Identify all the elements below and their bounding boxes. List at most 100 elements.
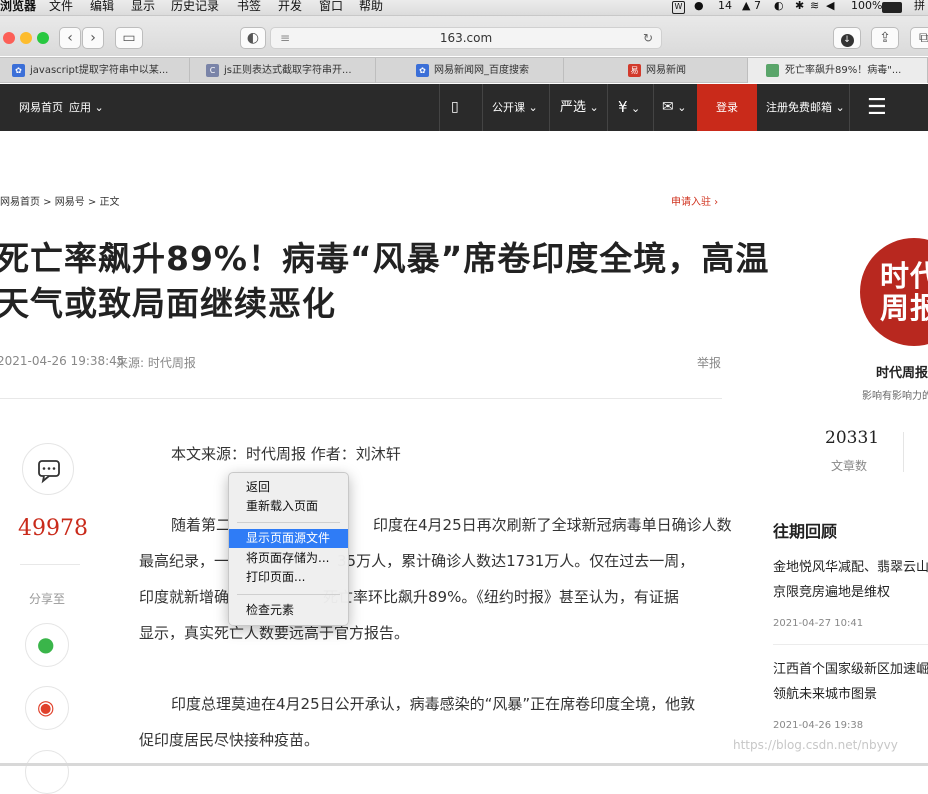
menu-edit[interactable]: 编辑 — [90, 0, 114, 14]
tab-javascript[interactable]: ✿ javascript提取字符串中以某... — [0, 58, 190, 83]
close-window-button[interactable] — [3, 32, 15, 44]
minimize-window-button[interactable] — [20, 32, 32, 44]
article-count: 20331 — [825, 428, 880, 448]
chevron-down-icon: ⌄ — [832, 101, 845, 114]
mail-icon[interactable]: ✉ ⌄ — [662, 84, 686, 131]
chevron-left-icon: ‹ — [67, 30, 73, 46]
wechat-icon[interactable]: ● — [694, 0, 704, 14]
past-item-link[interactable]: 江西首个国家级新区加速崛 领航未来城市图景 — [773, 657, 928, 707]
apply-join-label: 申请入驻 — [671, 197, 711, 208]
nav-home-link[interactable]: 网易首页 — [19, 84, 63, 131]
nav-open-course-label: 公开课 — [492, 101, 525, 114]
bell-icon[interactable]: ▲ — [742, 0, 750, 14]
wechat-icon: ● — [37, 632, 55, 656]
article-paragraph: 随着第二 印度在4月25日再次刷新了全球新冠病毒单日确诊人数 最高纪录，一 35万人… — [139, 507, 732, 651]
battery-icon[interactable] — [882, 2, 902, 13]
stats-divider — [903, 432, 904, 472]
context-menu-inspect[interactable]: 检查元素 — [229, 601, 348, 620]
back-button[interactable]: ‹ — [59, 27, 81, 49]
paragraph-line: 印度总理莫迪在4月25日公开承认，病毒感染的“风暴”正在席卷印度全境，他敦 — [171, 695, 696, 713]
publisher-logo[interactable]: 时代 周报 — [860, 238, 928, 346]
publisher-slogan: 影响有影响力的 — [862, 391, 928, 402]
text-segment: 最高纪录，一 — [139, 552, 230, 570]
bluetooth-icon[interactable]: ✱ — [795, 0, 804, 14]
input-method[interactable]: 拼 — [914, 0, 925, 14]
paw-favicon-icon: ✿ — [416, 64, 429, 77]
context-menu-view-source[interactable]: 显示页面源文件 — [229, 529, 348, 548]
nav-apps-label: 应用 — [69, 101, 91, 114]
nav-yanxuan[interactable]: 严选 ⌄ — [560, 84, 599, 131]
share-more-button[interactable] — [25, 750, 69, 794]
comment-button[interactable] — [22, 443, 74, 495]
site-nav-bar: 网易首页 应用 ⌄ ▯ 公开课 ⌄ 严选 ⌄ ¥ ⌄ ✉ ⌄ 登录 注册免费邮箱… — [0, 84, 928, 131]
notify-count: 7 — [754, 0, 761, 12]
tab-active-article[interactable]: 死亡率飙升89%！病毒"... — [748, 58, 928, 83]
text-segment: 印度就新增确 — [139, 588, 230, 606]
address-bar[interactable]: ≡ 163.com ↻ — [270, 27, 662, 49]
macos-menu-bar: 浏览器 文件 编辑 显示 历史记录 书签 开发 窗口 帮助 W ● 14 ▲ 7… — [0, 0, 928, 16]
menu-view[interactable]: 显示 — [131, 0, 155, 14]
apply-join-link[interactable]: 申请入驻 › — [671, 193, 718, 208]
sidebar-icon: ▭ — [122, 30, 136, 46]
yuan-icon[interactable]: ¥ ⌄ — [618, 84, 640, 132]
menu-history[interactable]: 历史记录 — [171, 0, 219, 14]
privacy-report-button[interactable]: ◐ — [240, 27, 266, 49]
wifi-icon[interactable]: ≋ — [810, 0, 819, 14]
past-item-link[interactable]: 金地悦风华减配、翡翠云山 京限竞房遍地是维权 — [773, 555, 928, 605]
hamburger-menu-icon[interactable]: ☰ — [867, 84, 887, 131]
tabs-overview-button[interactable]: ⧉ — [910, 27, 928, 49]
share-button[interactable]: ⇪ — [871, 27, 899, 49]
article-title-line: 死亡率飙升89%！病毒“风暴”席卷印度全境，高温 — [0, 239, 770, 278]
volume-icon[interactable]: ◀ — [826, 0, 834, 14]
publisher-name[interactable]: 时代周报 — [876, 362, 928, 381]
sidebar-button[interactable]: ▭ — [115, 27, 143, 49]
share-wechat-button[interactable]: ● — [25, 623, 69, 667]
logo-text: 时代 — [880, 259, 928, 293]
past-item-line: 京限竞房遍地是维权 — [773, 585, 891, 600]
chevron-down-icon: ⌄ — [586, 101, 599, 114]
paragraph-line: 最高纪录，一 35万人，累计确诊人数达1731万人。仅在过去一周， — [139, 543, 724, 579]
logo-text: 周报 — [880, 291, 928, 325]
share-weibo-button[interactable]: ◉ — [25, 686, 69, 730]
tab-regex[interactable]: C js正则表达式截取字符串开... — [190, 58, 376, 83]
nav-divider — [439, 84, 440, 131]
vpn-icon[interactable]: ◐ — [774, 0, 784, 14]
login-button[interactable]: 登录 — [697, 84, 757, 131]
article-source[interactable]: 来源: 时代周报 — [116, 354, 196, 371]
nav-register-label: 注册免费邮箱 — [766, 101, 832, 114]
battery-percent: 100% — [851, 0, 883, 12]
menu-file[interactable]: 文件 — [49, 0, 73, 14]
context-menu-back[interactable]: 返回 — [229, 478, 348, 497]
article-title-line: 天气或致局面继续恶化 — [0, 284, 336, 323]
tab-netease-news[interactable]: 易 网易新闻 — [564, 58, 748, 83]
tab-title: 网易新闻 — [646, 65, 686, 76]
breadcrumb[interactable]: 网易首页 > 网易号 > 正文 — [0, 193, 119, 208]
menu-app[interactable]: 浏览器 — [0, 0, 36, 14]
reload-icon[interactable]: ↻ — [643, 28, 653, 48]
nav-open-course[interactable]: 公开课 ⌄ — [492, 84, 538, 131]
context-menu-reload[interactable]: 重新载入页面 — [229, 497, 348, 516]
menu-help[interactable]: 帮助 — [359, 0, 383, 14]
chevron-right-icon: › — [90, 30, 96, 46]
page-favicon-icon — [766, 64, 779, 77]
comment-count[interactable]: 49978 — [18, 516, 88, 541]
mobile-icon[interactable]: ▯ — [451, 84, 459, 131]
forward-button[interactable]: › — [82, 27, 104, 49]
context-menu-print[interactable]: 打印页面... — [229, 568, 348, 587]
nav-apps-menu[interactable]: 应用 ⌄ — [69, 84, 104, 131]
status-w-icon[interactable]: W — [672, 1, 685, 14]
article-datetime: 2021-04-26 19:38:45 — [0, 354, 125, 368]
menu-develop[interactable]: 开发 — [278, 0, 302, 14]
reader-icon[interactable]: ≡ — [280, 28, 290, 48]
nav-register-mail[interactable]: 注册免费邮箱 ⌄ — [766, 84, 845, 131]
zoom-window-button[interactable] — [37, 32, 49, 44]
tab-baidu-search[interactable]: ✿ 网易新闻网_百度搜索 — [376, 58, 564, 83]
context-menu-save-page[interactable]: 将页面存储为... — [229, 549, 348, 568]
downloads-button[interactable]: ↓ — [833, 27, 861, 49]
menu-window[interactable]: 窗口 — [319, 0, 343, 14]
wechat-count: 14 — [718, 0, 732, 12]
shield-icon: ◐ — [246, 30, 260, 46]
report-link[interactable]: 举报 — [697, 354, 721, 371]
menu-bookmarks[interactable]: 书签 — [237, 0, 261, 14]
article-source-line: 本文来源：时代周报 作者：刘沐轩 — [171, 445, 401, 463]
